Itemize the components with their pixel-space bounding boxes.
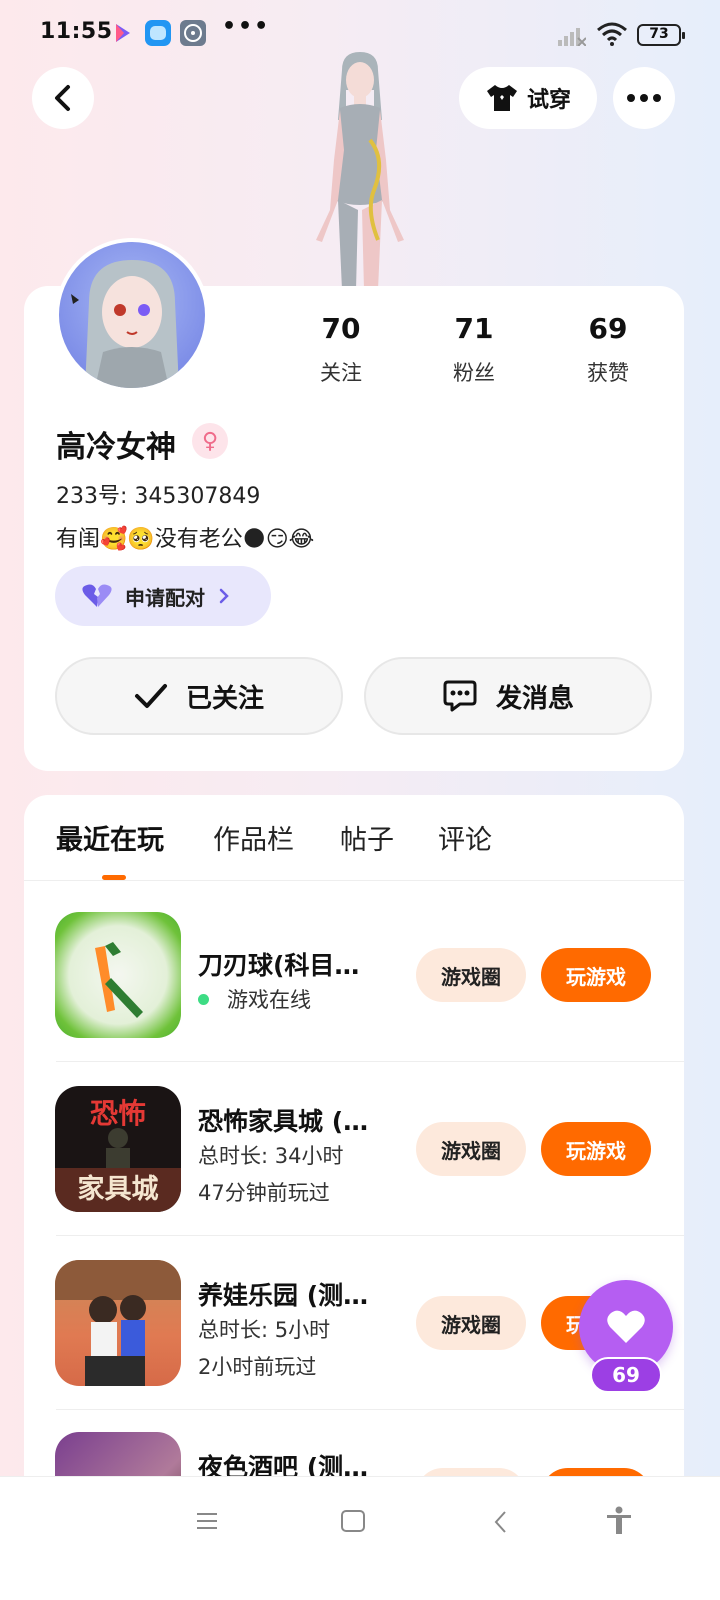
home-icon[interactable] [340, 1509, 366, 1537]
game-total-time: 总时长: 34小时 [198, 1144, 344, 1168]
chat-bubble-icon [443, 680, 477, 712]
female-gender-icon: ♀ [192, 423, 228, 459]
stats-row: 70 关注 71 粉丝 69 获赞 [290, 310, 680, 390]
accessibility-icon[interactable] [604, 1505, 634, 1539]
game-icon-blade-ball[interactable] [55, 912, 181, 1038]
back-button[interactable] [32, 67, 94, 129]
try-on-label: 试穿 [526, 88, 571, 113]
game-row[interactable]: 刀刃球(科目… 游戏在线 游戏圈 玩游戏 [24, 888, 684, 1062]
heart-icon [607, 1310, 645, 1343]
system-nav-bar [0, 1476, 720, 1600]
play-game-button[interactable]: 玩游戏 [541, 948, 651, 1002]
game-circle-button[interactable]: 游戏圈 [416, 1296, 526, 1350]
bio: 有闺🥰🥺没有老公🌑😏😂 [56, 527, 315, 552]
game-title: 刀刃球(科目… [198, 951, 360, 980]
game-circle-button[interactable] [416, 1468, 526, 1476]
like-count-badge: 69 [590, 1357, 662, 1393]
following-count: 70 [321, 312, 361, 345]
more-dots-icon [627, 94, 661, 102]
request-pair-button[interactable]: 申请配对 [55, 566, 271, 626]
tshirt-icon [486, 85, 517, 111]
likes-label: 获赞 [587, 361, 629, 385]
signal-icon [558, 26, 587, 50]
tab-recently-played[interactable]: 最近在玩 [56, 818, 164, 857]
followed-label: 已关注 [185, 683, 264, 714]
broken-heart-icon [82, 584, 112, 607]
followed-button[interactable]: 已关注 [55, 657, 343, 735]
tab-comments[interactable]: 评论 [438, 818, 492, 857]
game-row[interactable]: 夜色酒吧 (测… [24, 1410, 684, 1476]
game-title: 养娃乐园 (测… [198, 1281, 369, 1310]
status-time: 11:55 [40, 19, 113, 44]
stat-likes[interactable]: 69 获赞 [558, 312, 658, 387]
game-last-played: 2小时前玩过 [198, 1355, 317, 1379]
fans-label: 粉丝 [453, 361, 495, 385]
steering-wheel-icon [180, 20, 206, 46]
checkmark-icon [134, 684, 167, 708]
game-online-status: 游戏在线 [198, 984, 311, 1014]
game-title: 夜色酒吧 (测… [198, 1453, 369, 1476]
avatar[interactable] [55, 238, 209, 392]
nickname: 高冷女神 [56, 430, 176, 465]
play-game-button[interactable]: 玩游戏 [541, 1122, 651, 1176]
tabs-divider [24, 880, 684, 881]
tab-works[interactable]: 作品栏 [213, 818, 294, 857]
game-circle-button[interactable]: 游戏圈 [416, 1122, 526, 1176]
likes-count: 69 [588, 312, 628, 345]
game-icon-text: 家具城 [55, 1168, 181, 1212]
game-title: 恐怖家具城 (… [198, 1107, 369, 1136]
game-last-played: 47分钟前玩过 [198, 1181, 330, 1205]
cloud-app-icon [145, 20, 171, 46]
more-notifications-icon: ••• [222, 14, 271, 39]
fans-count: 71 [454, 312, 494, 345]
try-on-button[interactable]: 试穿 [459, 67, 597, 129]
request-pair-label: 申请配对 [125, 585, 205, 610]
user-id: 233号: 345307849 [56, 484, 261, 509]
menu-icon[interactable] [195, 1509, 219, 1537]
online-dot-icon [198, 993, 209, 1005]
send-message-button[interactable]: 发消息 [364, 657, 652, 735]
stat-fans[interactable]: 71 粉丝 [424, 312, 524, 387]
avatar-3d-figure[interactable] [290, 50, 430, 290]
chevron-right-icon [219, 588, 229, 604]
back-nav-icon[interactable] [492, 1509, 510, 1539]
more-options-button[interactable] [613, 67, 675, 129]
game-icon-parenting-park[interactable] [55, 1260, 181, 1386]
tab-posts[interactable]: 帖子 [340, 818, 394, 857]
following-label: 关注 [320, 361, 362, 385]
game-total-time: 总时长: 5小时 [198, 1318, 331, 1342]
game-row[interactable]: 恐怖 家具城 恐怖家具城 (… 总时长: 34小时 47分钟前玩过 游戏圈 玩游… [24, 1062, 684, 1236]
online-status-text: 游戏在线 [227, 988, 311, 1012]
game-icon-horror-furniture[interactable]: 恐怖 家具城 [55, 1086, 181, 1212]
battery-icon: 73 [637, 24, 685, 46]
play-game-button[interactable] [541, 1468, 651, 1476]
play-store-icon [110, 20, 136, 46]
wifi-icon [596, 22, 628, 50]
stat-following[interactable]: 70 关注 [291, 312, 391, 387]
game-icon-night-bar[interactable] [55, 1432, 181, 1476]
chevron-left-icon [55, 85, 70, 111]
send-message-label: 发消息 [495, 683, 574, 714]
game-circle-button[interactable]: 游戏圈 [416, 948, 526, 1002]
